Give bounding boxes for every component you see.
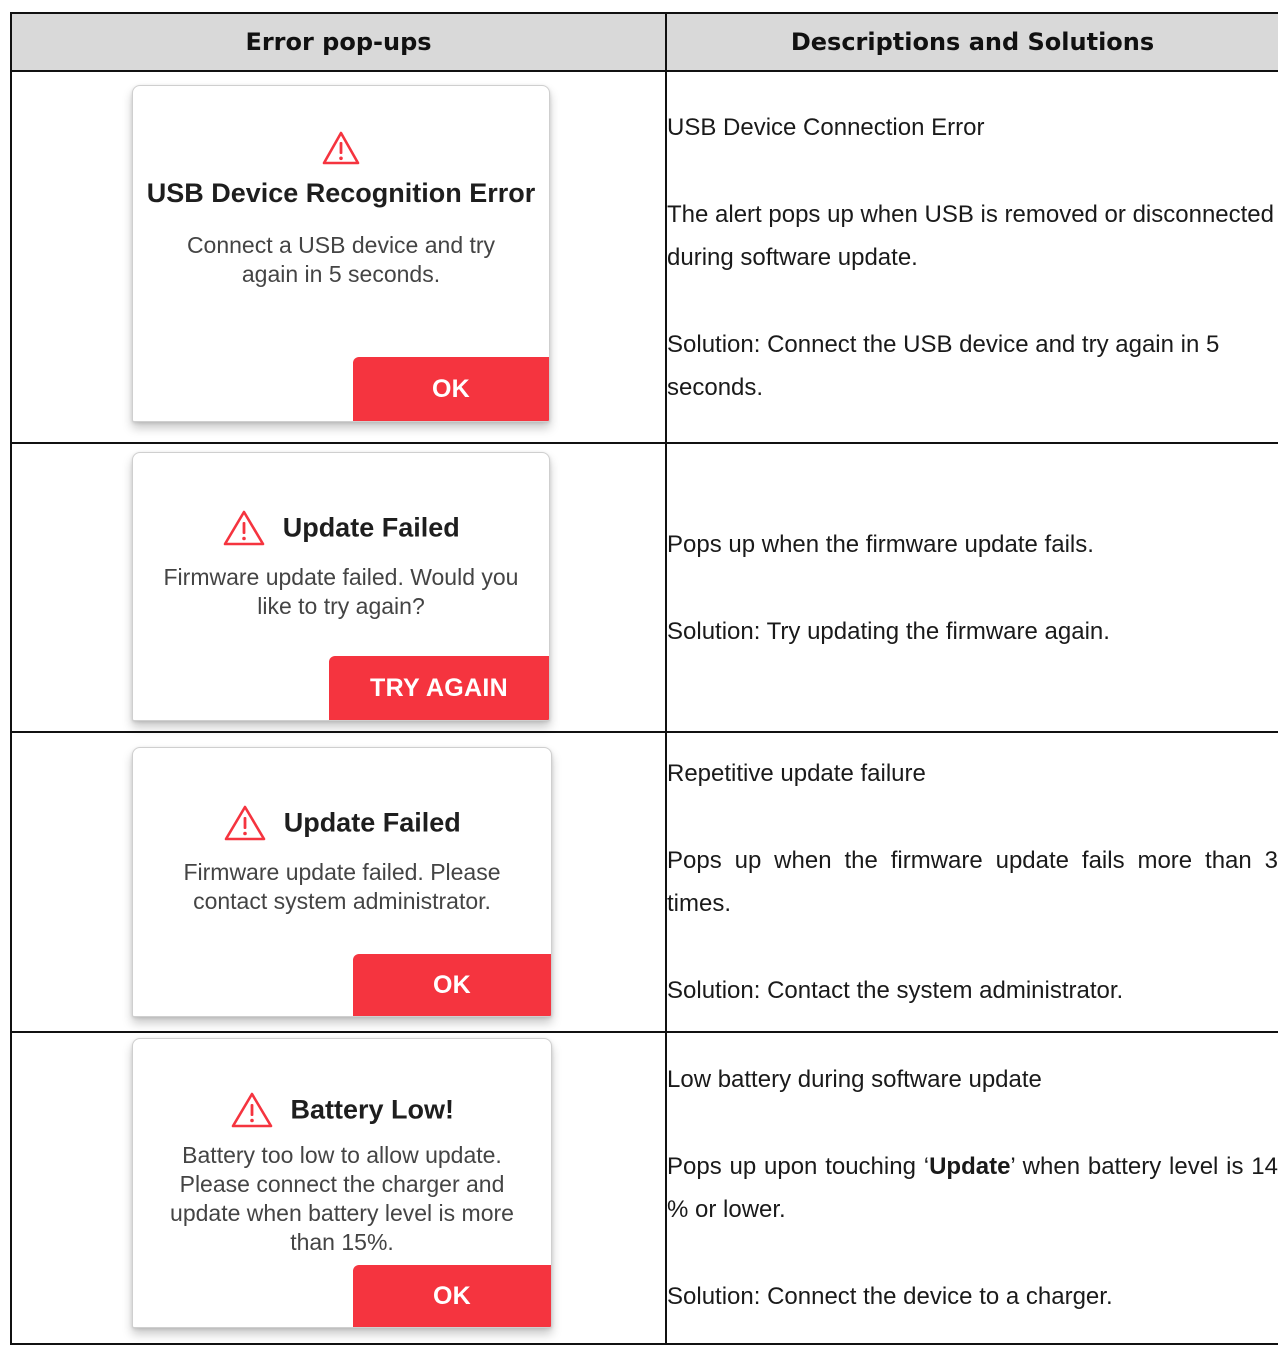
header-descriptions: Descriptions and Solutions — [665, 12, 1278, 72]
description-cell: USB Device Connection Error The alert po… — [665, 70, 1278, 444]
row-heading: Repetitive update failure — [667, 760, 926, 787]
popup-cell: Update Failed Firmware update failed. Pl… — [10, 731, 667, 1033]
description-cell: Pops up when the firmware update fails. … — [665, 442, 1278, 733]
description-cell: Low battery during software update Pops … — [665, 1031, 1278, 1345]
dialog-title-row: Update Failed — [133, 509, 549, 547]
update-failed-dialog: Update Failed Firmware update failed. Wo… — [132, 452, 550, 721]
battery-low-dialog: Battery Low! Battery too low to allow up… — [132, 1038, 552, 1328]
row-solution: Solution: Try updating the firmware agai… — [667, 617, 1110, 645]
row-solution: Solution: Connect the device to a charge… — [667, 1283, 1113, 1310]
popup-cell: Battery Low! Battery too low to allow up… — [10, 1031, 667, 1345]
dialog-message: Firmware update failed. Would you like t… — [163, 564, 519, 619]
dialog-title: Update Failed — [283, 807, 461, 838]
table-row: USB Device Recognition Error Connect a U… — [10, 70, 1278, 444]
warning-triangle-icon — [230, 1092, 290, 1128]
warning-triangle-icon — [223, 805, 283, 841]
description-cell: Repetitive update failure Pops up when t… — [665, 731, 1278, 1033]
warning-triangle-icon — [133, 130, 549, 166]
table-row: Battery Low! Battery too low to allow up… — [10, 1031, 1278, 1345]
description-bold: Update — [929, 1153, 1011, 1180]
try-again-button[interactable]: TRY AGAIN — [329, 656, 549, 720]
dialog-title: USB Device Recognition Error — [146, 178, 536, 208]
row-solution: Solution: Connect the USB device and try… — [667, 330, 1220, 401]
table-row: Update Failed Firmware update failed. Wo… — [10, 442, 1278, 733]
error-popups-table: Error pop-ups Descriptions and Solutions… — [10, 12, 1278, 1345]
table-row: Update Failed Firmware update failed. Pl… — [10, 731, 1278, 1033]
popup-cell: USB Device Recognition Error Connect a U… — [10, 70, 667, 444]
row-description: Pops up upon touching ‘Update’ when batt… — [667, 1145, 1278, 1231]
header-error-popups: Error pop-ups — [10, 12, 667, 72]
usb-error-dialog: USB Device Recognition Error Connect a U… — [132, 85, 550, 422]
header-row: Error pop-ups Descriptions and Solutions — [10, 12, 1278, 72]
dialog-message: Connect a USB device and try again in 5 … — [186, 232, 496, 287]
ok-button[interactable]: OK — [353, 954, 551, 1016]
warning-triangle-icon — [222, 510, 282, 546]
ok-button[interactable]: OK — [353, 1265, 551, 1327]
row-solution: Solution: Contact the system administrat… — [667, 977, 1124, 1004]
update-failed-admin-dialog: Update Failed Firmware update failed. Pl… — [132, 747, 552, 1017]
row-description: The alert pops up when USB is removed or… — [667, 200, 1274, 271]
dialog-title-row: Update Failed — [133, 804, 551, 842]
dialog-title-row: Battery Low! — [133, 1091, 551, 1129]
dialog-title: Battery Low! — [290, 1094, 454, 1125]
row-description: Pops up when the firmware update fails. — [667, 530, 1094, 558]
description-pre: Pops up upon touching ‘ — [667, 1153, 930, 1180]
dialog-message: Battery too low to allow update. Please … — [170, 1142, 514, 1255]
row-description: Pops up when the firmware update fails m… — [667, 847, 1278, 917]
ok-button[interactable]: OK — [353, 357, 549, 421]
popup-cell: Update Failed Firmware update failed. Wo… — [10, 442, 667, 733]
dialog-title: Update Failed — [282, 512, 460, 543]
row-heading: Low battery during software update — [667, 1066, 1042, 1093]
row-heading: USB Device Connection Error — [667, 113, 985, 141]
dialog-message: Firmware update failed. Please contact s… — [183, 859, 501, 914]
